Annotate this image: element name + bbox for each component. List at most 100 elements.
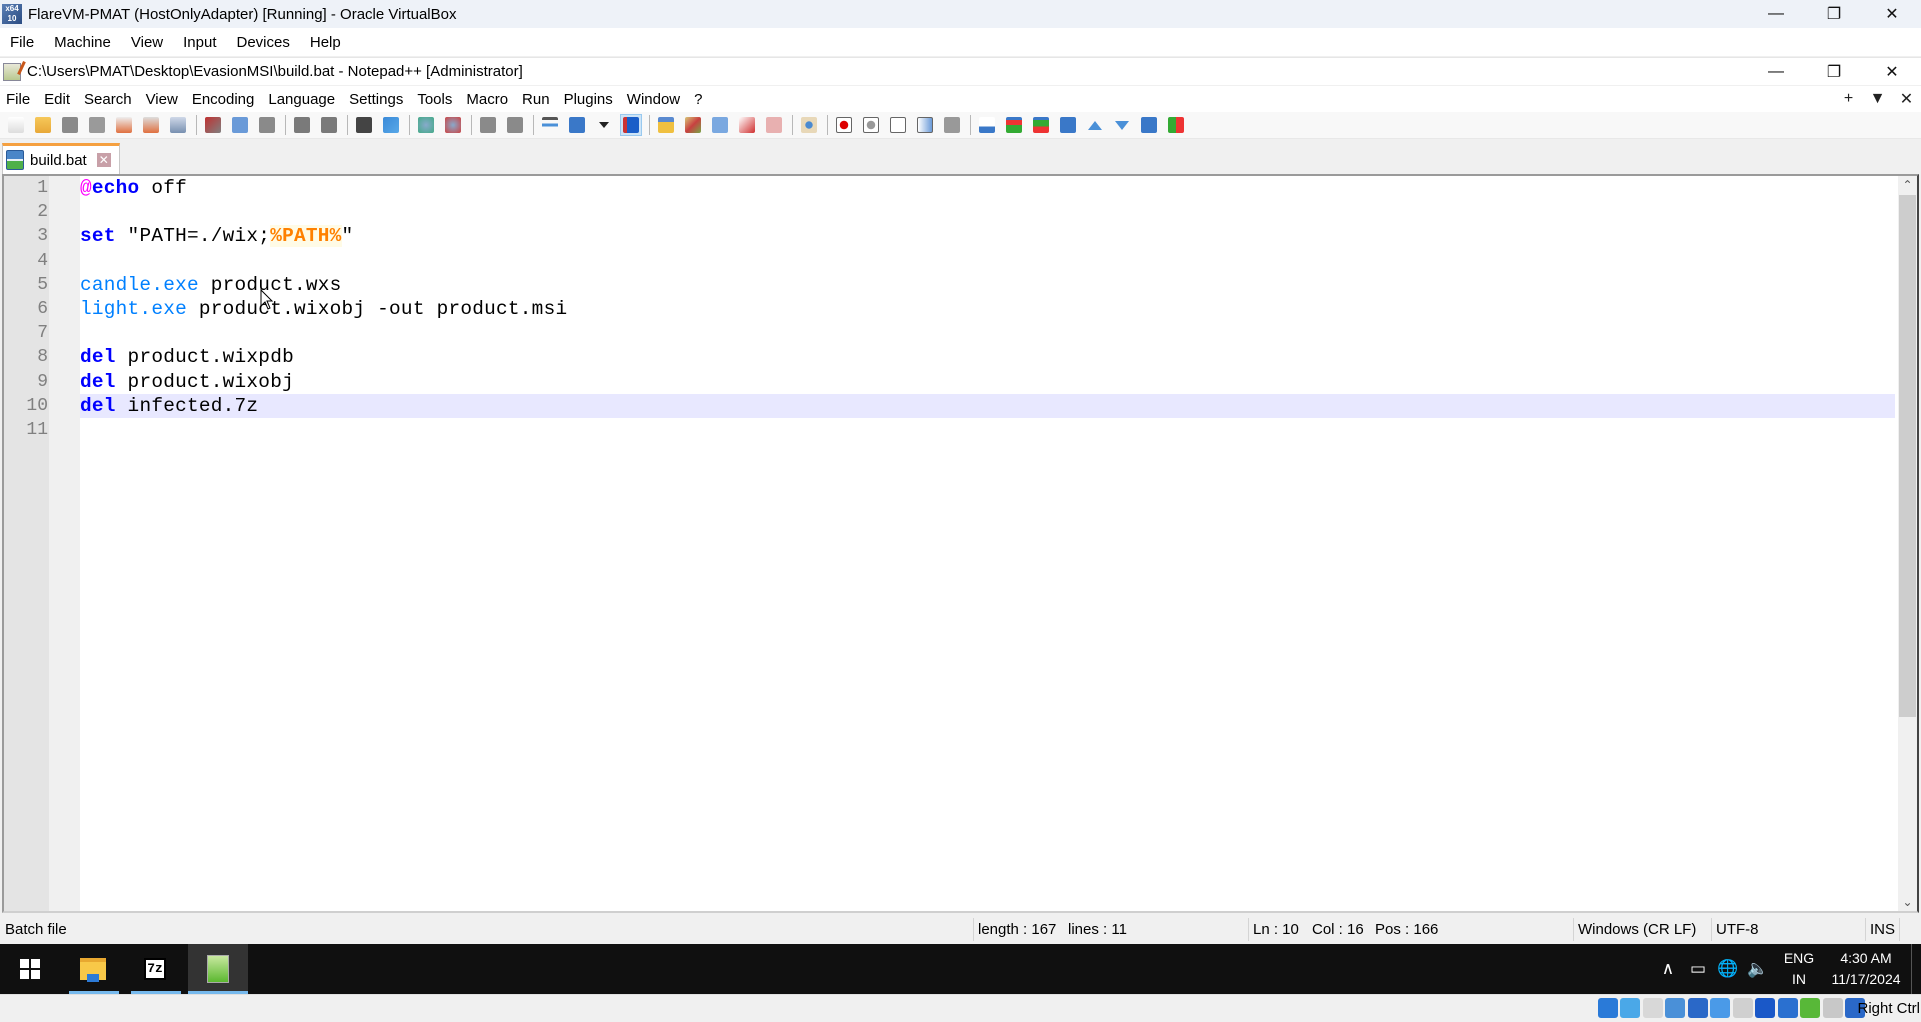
taskbar-file-explorer[interactable] (63, 944, 123, 994)
open-file-button[interactable] (32, 114, 54, 136)
find-button[interactable] (353, 114, 375, 136)
indent-guide-button[interactable] (620, 114, 642, 136)
menu-view[interactable]: View (139, 91, 185, 108)
print-button[interactable] (167, 114, 189, 136)
menu-file[interactable]: File (0, 91, 37, 108)
vbox-menu-help[interactable]: Help (300, 34, 351, 51)
vbox-menu-file[interactable]: File (0, 34, 44, 51)
save-macro-button[interactable] (941, 114, 963, 136)
close-all-button[interactable] (140, 114, 162, 136)
vbox-close-button[interactable]: ✕ (1863, 0, 1921, 28)
network-icon[interactable] (1687, 998, 1708, 1018)
code-line[interactable]: light.exe product.wixobj -out product.ms… (80, 297, 1895, 321)
run-macro-multiple-button[interactable] (914, 114, 936, 136)
menu-search[interactable]: Search (77, 91, 139, 108)
notepad-close-button[interactable]: ✕ (1863, 58, 1921, 86)
copy-button[interactable] (229, 114, 251, 136)
change-history-button[interactable] (976, 114, 998, 136)
menu-help[interactable]: ? (687, 91, 709, 108)
folder-as-workspace-button[interactable] (763, 114, 785, 136)
show-hidden-icons-button[interactable]: ∧ (1653, 959, 1683, 979)
new-file-button[interactable] (5, 114, 27, 136)
usb-icon[interactable] (1710, 998, 1730, 1018)
code-line[interactable] (80, 249, 1895, 273)
audio-icon[interactable] (1665, 998, 1685, 1018)
zoom-in-button[interactable] (415, 114, 437, 136)
code-line[interactable]: candle.exe product.wxs (80, 273, 1895, 297)
function-list-button[interactable] (736, 114, 758, 136)
paste-button[interactable] (256, 114, 278, 136)
user-defined-language-button[interactable] (655, 114, 677, 136)
vbox-restore-button[interactable]: ❐ (1805, 0, 1863, 28)
notepad-minimize-button[interactable]: — (1747, 58, 1805, 86)
cut-button[interactable] (202, 114, 224, 136)
redo-button[interactable] (318, 114, 340, 136)
code-line[interactable] (80, 418, 1895, 442)
scroll-down-icon[interactable]: ⌄ (1898, 893, 1917, 911)
code-line[interactable]: del product.wixpdb (80, 345, 1895, 369)
vbox-menu-input[interactable]: Input (173, 34, 226, 51)
notepad-restore-button[interactable]: ❐ (1805, 58, 1863, 86)
code-line[interactable] (80, 321, 1895, 345)
zoom-out-button[interactable] (442, 114, 464, 136)
new-tab-button[interactable]: + (1834, 90, 1863, 108)
editor[interactable]: 1 2 3 4 5 6 7 8 9 10 11 @echo off set "PATH=./wix;%… (2, 174, 1919, 913)
playback-macro-button[interactable] (887, 114, 909, 136)
shared-folders-icon[interactable] (1732, 998, 1753, 1018)
status-eol[interactable]: Windows (CR LF) (1573, 915, 1696, 944)
vbox-menu-devices[interactable]: Devices (227, 34, 300, 51)
save-button[interactable] (59, 114, 81, 136)
input-language-indicator[interactable]: ENG IN (1773, 948, 1825, 990)
replace-button[interactable] (380, 114, 402, 136)
floppy-icon[interactable] (1642, 998, 1663, 1018)
fold-margin[interactable] (49, 176, 80, 911)
show-all-characters-button[interactable] (566, 114, 588, 136)
monitoring-button[interactable] (798, 114, 820, 136)
volume-icon[interactable]: 🔈 (1743, 959, 1773, 979)
compare-button[interactable] (1003, 114, 1025, 136)
menu-encoding[interactable]: Encoding (185, 91, 262, 108)
menu-macro[interactable]: Macro (459, 91, 515, 108)
next-change-button[interactable] (1111, 114, 1133, 136)
menu-run[interactable]: Run (515, 91, 557, 108)
vbox-menu-machine[interactable]: Machine (44, 34, 121, 51)
hard-disk-icon[interactable] (1597, 998, 1618, 1018)
code-line[interactable] (80, 200, 1895, 224)
optical-drive-icon[interactable] (1620, 998, 1640, 1018)
save-all-button[interactable] (86, 114, 108, 136)
menu-plugins[interactable]: Plugins (557, 91, 620, 108)
clear-compare-button[interactable] (1030, 114, 1052, 136)
menu-edit[interactable]: Edit (37, 91, 77, 108)
recording-icon[interactable] (1777, 998, 1798, 1018)
code-line[interactable]: del product.wixobj (80, 370, 1895, 394)
stop-recording-button[interactable] (860, 114, 882, 136)
document-list-button[interactable] (709, 114, 731, 136)
menu-tools[interactable]: Tools (410, 91, 459, 108)
code-line[interactable]: @echo off (80, 176, 1895, 200)
word-wrap-button[interactable] (539, 114, 561, 136)
status-insert-mode[interactable]: INS (1865, 915, 1895, 944)
first-change-button[interactable] (1057, 114, 1079, 136)
display-icon[interactable] (1755, 998, 1775, 1018)
start-button[interactable] (0, 944, 60, 994)
sync-horizontal-button[interactable] (504, 114, 526, 136)
menu-settings[interactable]: Settings (342, 91, 410, 108)
vbox-menu-view[interactable]: View (121, 34, 173, 51)
status-encoding[interactable]: UTF-8 (1711, 915, 1759, 944)
taskbar-notepad-plus-plus[interactable] (188, 944, 248, 994)
cpu-activity-icon[interactable] (1800, 998, 1820, 1018)
code-line[interactable]: set "PATH=./wix;%PATH%" (80, 224, 1895, 248)
code-line-current[interactable]: del infected.7z (80, 393, 1895, 418)
menu-language[interactable]: Language (261, 91, 342, 108)
document-panel-button[interactable] (1165, 114, 1187, 136)
show-desktop-button[interactable] (1911, 944, 1921, 994)
vertical-scrollbar[interactable]: ⌃ ⌄ (1898, 176, 1917, 911)
scrollbar-thumb[interactable] (1899, 195, 1916, 717)
clock[interactable]: 4:30 AM 11/17/2024 (1825, 948, 1907, 990)
previous-change-button[interactable] (1084, 114, 1106, 136)
close-button[interactable] (113, 114, 135, 136)
sync-vertical-button[interactable] (477, 114, 499, 136)
network-icon[interactable]: 🌐 (1713, 959, 1743, 979)
vbox-minimize-button[interactable]: — (1747, 0, 1805, 28)
mouse-integration-icon[interactable] (1822, 998, 1843, 1018)
